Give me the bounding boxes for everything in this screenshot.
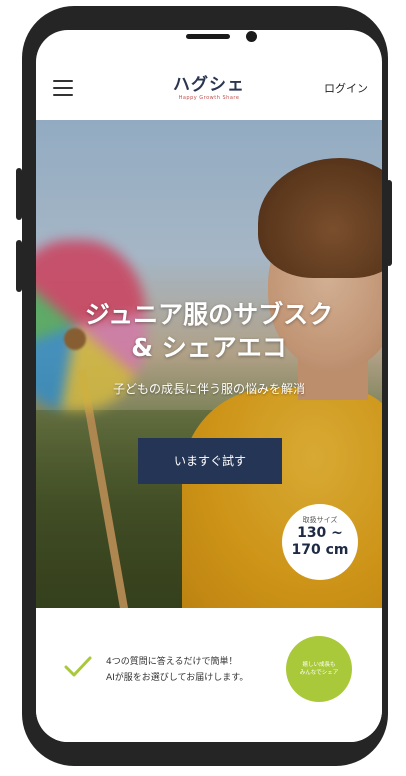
hamburger-menu-icon[interactable] (53, 80, 73, 96)
volume-up-button (16, 168, 22, 220)
front-camera (246, 31, 257, 42)
power-button (386, 180, 392, 266)
logo-tagline: Happy Growth Share (178, 95, 240, 101)
size-badge-label: 取扱サイズ (302, 516, 338, 524)
site-logo[interactable]: ハグシェ Happy Growth Share (164, 76, 254, 102)
hero-section: ジュニア服のサブスク & シェアエコ 子どもの成長に伴う服の悩みを解消 いますぐ… (36, 120, 382, 608)
feature-section: 4つの質問に答えるだけで簡単！ AIが服をお選びしてお届けします。 嬉しい成長も… (36, 608, 382, 742)
hero-subtitle: 子どもの成長に伴う服の悩みを解消 (112, 382, 305, 396)
check-icon (64, 656, 92, 677)
site-header: ハグシェ Happy Growth Share ログイン (36, 66, 382, 116)
speaker-notch (186, 34, 230, 39)
try-now-button[interactable]: いますぐ試す (138, 438, 282, 484)
hero-title-line2: & シェアエコ (131, 333, 287, 362)
logo-text: ハグシェ (173, 75, 245, 95)
hero-title: ジュニア服のサブスク & シェアエコ (36, 298, 382, 364)
login-link[interactable]: ログイン (324, 80, 368, 96)
size-range-badge: 取扱サイズ 130 ~ 170 cm (282, 504, 358, 580)
share-growth-badge[interactable]: 嬉しい成長も みんなでシェア (286, 636, 352, 702)
volume-down-button (16, 240, 22, 292)
share-badge-line1: 嬉しい成長も (302, 662, 336, 668)
size-badge-from: 130 ~ (297, 525, 343, 541)
feature-line1: 4つの質問に答えるだけで簡単！ (106, 657, 238, 667)
size-badge-to: 170 cm (291, 542, 349, 558)
feature-description: 4つの質問に答えるだけで簡単！ AIが服をお選びしてお届けします。 (106, 654, 248, 686)
phone-screen: ハグシェ Happy Growth Share ログイン ジュニア服のサブスク … (36, 30, 382, 742)
hero-title-line1: ジュニア服のサブスク (84, 300, 334, 329)
share-badge-line2: みんなでシェア (299, 670, 339, 676)
feature-line2: AIが服をお選びしてお届けします。 (106, 673, 249, 683)
